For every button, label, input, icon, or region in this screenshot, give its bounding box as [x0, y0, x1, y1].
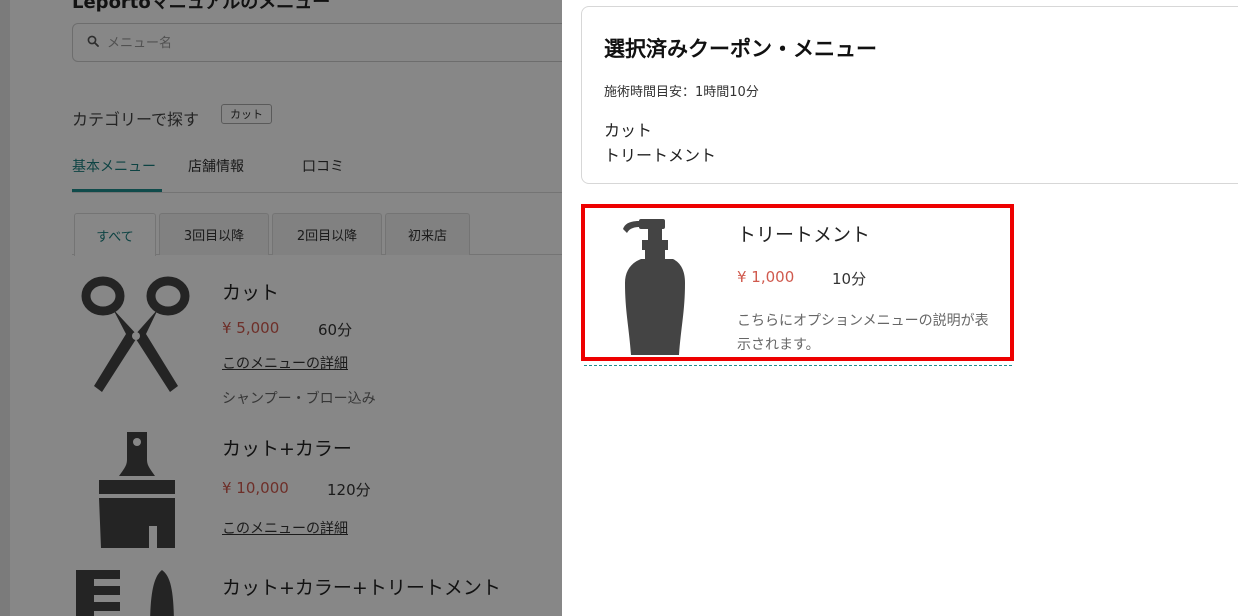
estimated-time: 施術時間目安：1時間10分: [604, 85, 759, 100]
selected-item: トリートメント: [604, 146, 717, 165]
option-price: ¥ 1,000: [737, 268, 795, 286]
selection-drawer: 選択済みクーポン・メニュー 施術時間目安：1時間10分 カット トリートメント …: [562, 0, 1238, 616]
option-time: 10分: [832, 270, 867, 288]
summary-title: 選択済みクーポン・メニュー: [604, 37, 877, 61]
option-card-divider: [584, 364, 1012, 366]
background-page: Leportoマニュアルのメニュー カテゴリーで探す カット 基本メニュー 店舗…: [0, 0, 562, 616]
selected-item: カット: [604, 121, 653, 140]
selected-summary-card: 選択済みクーポン・メニュー 施術時間目安：1時間10分 カット トリートメント: [581, 6, 1238, 184]
modal-overlay[interactable]: [0, 0, 562, 616]
pump-bottle-icon: [623, 219, 685, 355]
option-description: こちらにオプションメニューの説明が表示されます。: [737, 313, 989, 353]
option-menu-card[interactable]: トリートメント ¥ 1,000 10分 こちらにオプションメニューの説明が表示さ…: [581, 204, 1014, 361]
option-name: トリートメント: [737, 224, 871, 246]
